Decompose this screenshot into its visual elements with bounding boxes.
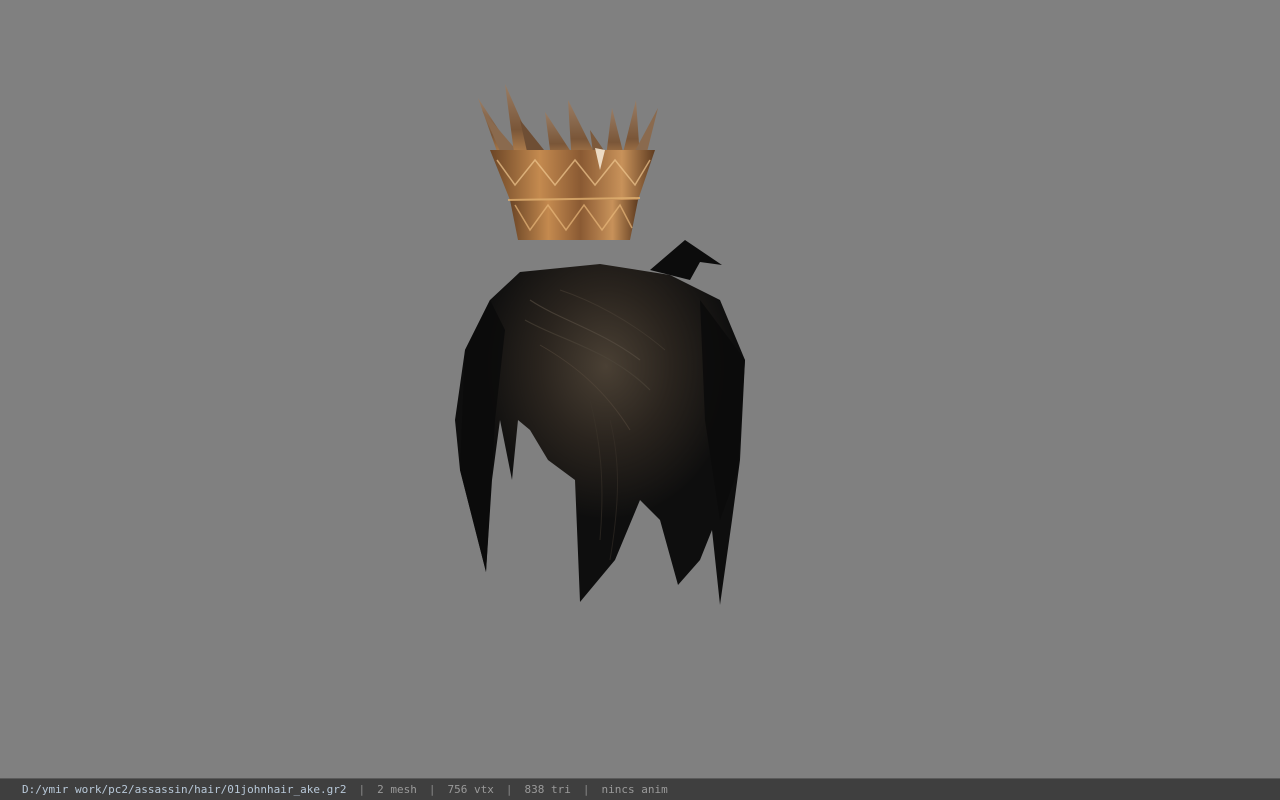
crown-mesh	[478, 84, 658, 240]
model-render	[455, 84, 745, 605]
3d-viewport[interactable]	[0, 0, 1280, 778]
status-bar: D:/ymir work/pc2/assassin/hair/01johnhai…	[0, 778, 1280, 800]
separator: |	[505, 783, 513, 796]
separator: |	[358, 783, 366, 796]
mesh-count: 2 mesh	[377, 783, 417, 796]
triangle-count: 838 tri	[524, 783, 571, 796]
separator: |	[582, 783, 590, 796]
hair-mesh	[455, 240, 745, 605]
vertex-count: 756 vtx	[447, 783, 494, 796]
file-path: D:/ymir work/pc2/assassin/hair/01johnhai…	[22, 783, 347, 796]
separator: |	[428, 783, 436, 796]
animation-status: nincs anim	[601, 783, 668, 796]
